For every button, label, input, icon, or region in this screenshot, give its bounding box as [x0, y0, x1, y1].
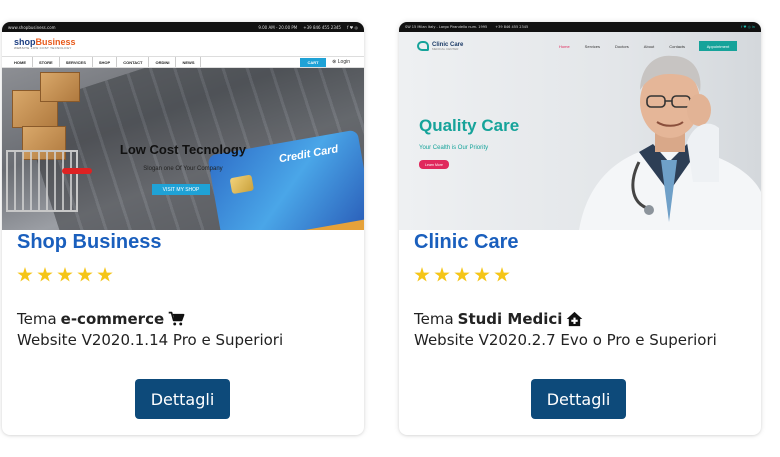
template-preview-image[interactable]: www.shopbusiness.com 9.00 AM - 20.00 PM …	[2, 22, 364, 230]
template-theme: Tema e-commerce	[17, 310, 185, 328]
star-rating	[414, 267, 510, 283]
preview-headline: Low Cost Tecnology	[119, 142, 247, 157]
preview-brand-bar: shopBusiness WEBSITE LOW COST TECNOLOGY	[2, 32, 364, 56]
doctor-photo	[579, 55, 761, 230]
star-icon	[37, 267, 53, 282]
shopping-cart-icon	[168, 311, 185, 326]
preview-headline: Quality Care	[419, 116, 520, 135]
preview-logo: shopBusiness WEBSITE LOW COST TECNOLOGY	[14, 37, 76, 50]
details-button[interactable]: Dettagli	[531, 379, 626, 419]
preview-nav-item: STORE	[33, 57, 60, 67]
preview-address: SW 15 Milan Italy - Largo Pirandello num…	[405, 25, 488, 29]
package-box-graphic	[40, 72, 80, 102]
preview-subline: Your Cealth is Our Priority	[419, 145, 489, 151]
preview-topbar: www.shopbusiness.com 9.00 AM - 20.00 PM …	[2, 22, 364, 32]
preview-hours: 9.00 AM - 20.00 PM	[258, 24, 298, 30]
star-icon	[97, 267, 113, 282]
preview-nav-item: ORDINI	[149, 57, 177, 67]
details-button[interactable]: Dettagli	[135, 379, 230, 419]
star-icon	[454, 267, 470, 282]
star-icon	[434, 267, 450, 282]
home-medical-icon	[567, 311, 583, 327]
shopping-cart-graphic	[6, 150, 78, 212]
preview-phone: +39 846 455 2345	[495, 25, 529, 29]
preview-nav: HOME STORE SERVICES SHOP CONTACT ORDINI …	[2, 56, 364, 68]
star-icon	[77, 267, 93, 282]
star-icon	[474, 267, 490, 282]
preview-cta-button: Learn More	[419, 160, 449, 169]
preview-domain: www.shopbusiness.com	[8, 24, 56, 30]
preview-nav-item: CONTACT	[117, 57, 150, 67]
preview-topbar: SW 15 Milan Italy - Largo Pirandello num…	[399, 22, 761, 32]
preview-slogan: Slogan one Of Your Company	[143, 166, 223, 172]
card-chip-icon	[229, 174, 255, 195]
heart-logo-icon	[417, 41, 429, 51]
preview-login: ⊗ Login	[332, 59, 350, 65]
preview-social-icons: f ♥ ◎ in	[741, 25, 755, 29]
preview-nav-item: SHOP	[93, 57, 118, 67]
preview-hero: Clinic Care MEDICAL CENTER Home Services …	[399, 32, 761, 230]
star-icon	[414, 267, 430, 282]
template-title[interactable]: Shop Business	[17, 231, 161, 254]
preview-nav-item: SERVICES	[60, 57, 93, 67]
template-title[interactable]: Clinic Care	[414, 231, 518, 254]
preview-cta-button: VISIT MY SHOP	[152, 184, 210, 195]
preview-logo: Clinic Care MEDICAL CENTER	[417, 41, 463, 51]
theme-name: Studi Medici	[457, 310, 563, 328]
star-rating	[17, 267, 113, 283]
theme-name: e-commerce	[60, 310, 165, 328]
preview-cart-button: CART	[300, 58, 326, 67]
star-icon	[494, 267, 510, 282]
star-icon	[57, 267, 73, 282]
template-card-shop-business: www.shopbusiness.com 9.00 AM - 20.00 PM …	[2, 22, 364, 435]
template-version: Website V2020.2.7 Evo o Pro e Superiori	[414, 331, 717, 349]
preview-hero: Credit Card Low Cost Tecnology Slogan on…	[2, 68, 364, 230]
template-theme: Tema Studi Medici	[414, 310, 583, 328]
preview-nav-item: NEWS	[176, 57, 202, 67]
preview-social-icons: f ♥ ◎	[346, 24, 358, 30]
preview-phone: +39 846 455 2345	[303, 24, 341, 30]
star-icon	[17, 267, 33, 282]
template-preview-image[interactable]: SW 15 Milan Italy - Largo Pirandello num…	[399, 22, 761, 230]
template-version: Website V2020.1.14 Pro e Superiori	[17, 331, 284, 349]
template-card-clinic-care: SW 15 Milan Italy - Largo Pirandello num…	[399, 22, 761, 435]
preview-nav-item: HOME	[8, 57, 33, 67]
